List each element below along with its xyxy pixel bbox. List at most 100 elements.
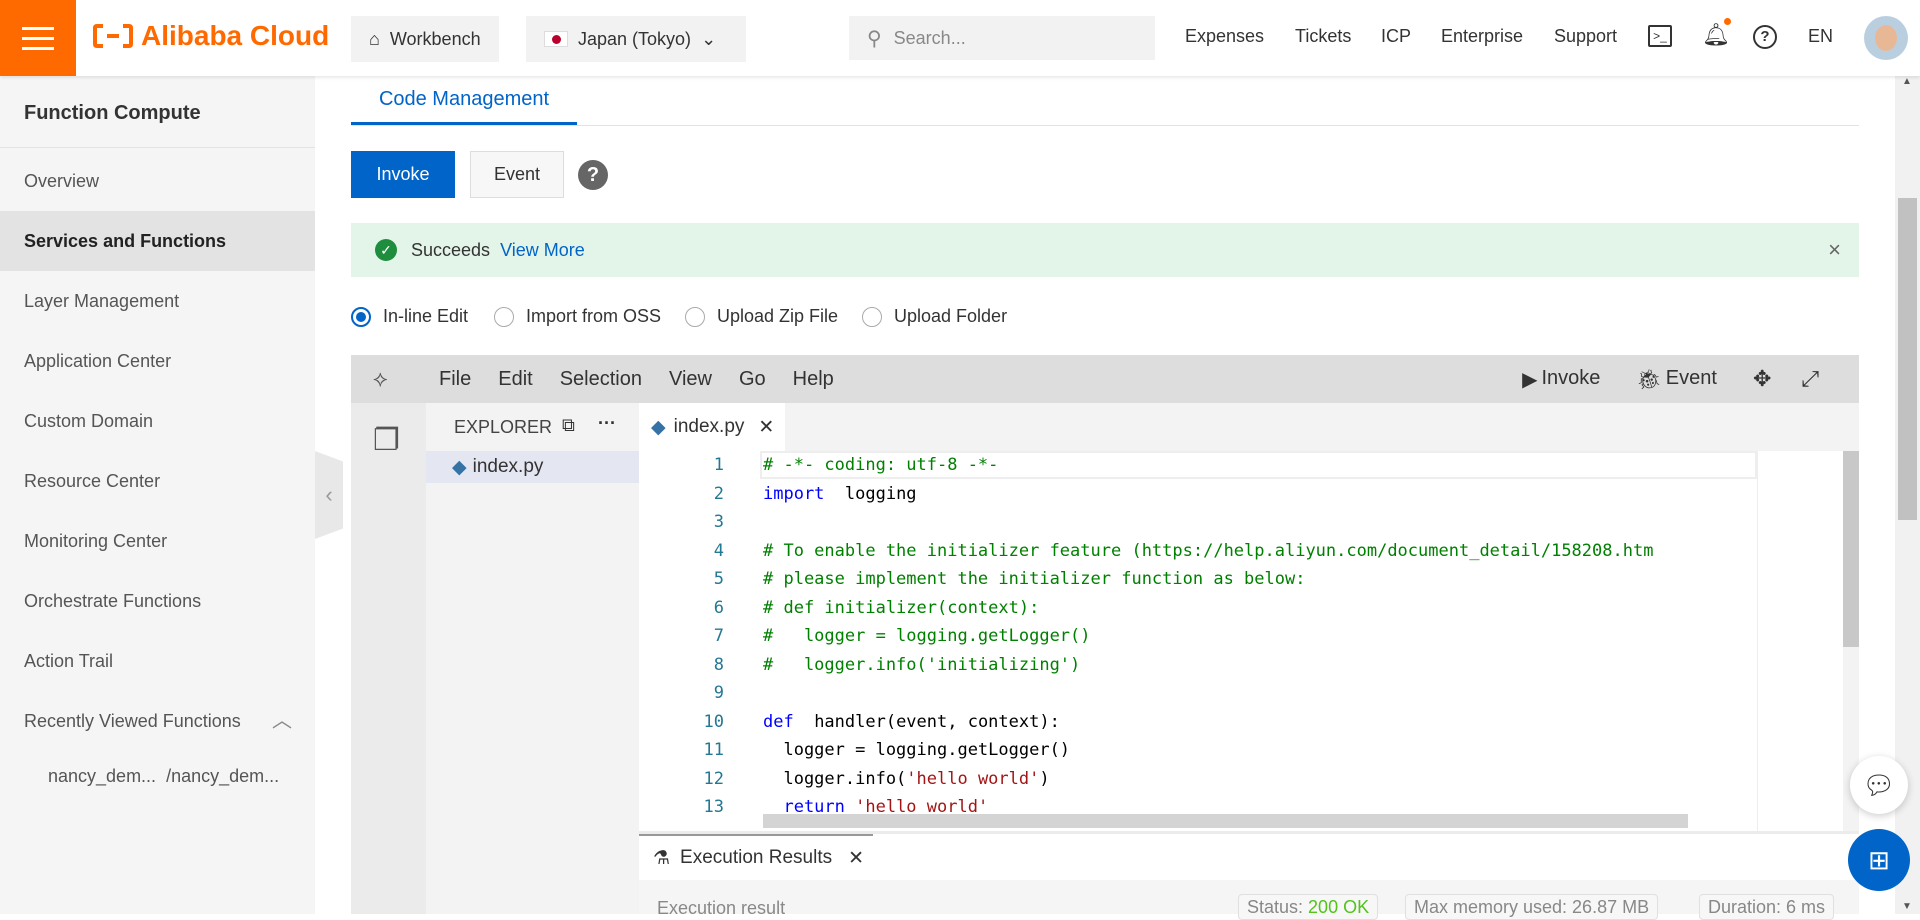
line-number: 10 [703,711,724,732]
sidebar-item-services-functions[interactable]: Services and Functions [0,211,315,271]
close-icon[interactable]: ✕ [848,847,864,870]
success-banner: ✓ Succeeds View More × [351,223,1859,277]
tickets-link[interactable]: Tickets [1295,26,1351,47]
code-token: # please implement the initializer funct… [763,569,1306,589]
avatar[interactable] [1864,16,1908,60]
menu-button[interactable] [0,0,76,76]
editor-logo-icon: ⟡ [373,366,388,391]
radio-label: Upload Zip File [717,306,839,326]
move-icon[interactable]: ✥ [1753,366,1771,392]
sidebar-item-recent-functions[interactable]: Recently Viewed Functions [0,691,315,751]
sidebar-item-monitoring-center[interactable]: Monitoring Center [0,511,315,571]
radio-label: Import from OSS [526,306,662,326]
code-line[interactable]: # logger.info('initializing') [763,651,1080,679]
status-label: Status: [1247,897,1304,917]
file-item[interactable]: ◆ index.py [426,451,639,483]
line-number: 8 [713,654,724,675]
logo[interactable]: Alibaba Cloud [93,20,329,52]
scroll-up-icon[interactable]: ▲ [1902,76,1912,87]
code-line[interactable]: # logger = logging.getLogger() [763,622,1091,650]
code-line[interactable]: # please implement the initializer funct… [763,565,1305,593]
editor-scroll-thumb[interactable] [1843,451,1859,647]
radio-upload-zip[interactable]: Upload Zip File [685,306,838,327]
code-line[interactable]: # To enable the initializer feature (htt… [763,537,1653,565]
invoke-label: Invoke [1541,366,1601,389]
radio-upload-folder[interactable]: Upload Folder [862,306,1007,327]
radio-import-oss[interactable]: Import from OSS [494,306,661,327]
line-number: 6 [713,597,724,618]
alibaba-logo-icon [93,24,133,48]
workbench-label: Workbench [389,28,481,49]
code-line[interactable]: # def initializer(context): [763,594,1039,622]
invoke-button[interactable]: Invoke [351,151,455,198]
chevron-up-icon[interactable]: ︿ [272,704,292,733]
menu-file[interactable]: File [439,368,471,391]
editor-tab-row [639,403,1859,451]
divider [351,125,1859,126]
terminal-icon[interactable]: >_ [1648,25,1672,47]
code-line[interactable]: def handler(event, context): [763,708,1060,736]
chat-button[interactable]: 💬︎ [1850,756,1908,814]
page-scroll-thumb[interactable] [1898,198,1917,520]
minimap[interactable] [1757,451,1843,831]
sidebar-item-resource-center[interactable]: Resource Center [0,451,315,511]
help-icon[interactable]: ? [578,160,608,190]
editor-tab-index[interactable]: ◆ index.py ✕ [639,403,785,451]
sidebar-title: Function Compute [24,102,201,124]
sidebar-item-application-center[interactable]: Application Center [0,331,315,391]
line-number: 3 [713,512,724,532]
tab-execution-results[interactable]: ⚗ Execution Results ✕ [639,834,873,880]
files-icon[interactable]: ❐ [373,423,400,458]
japan-flag-icon [544,31,568,47]
close-icon[interactable]: ✕ [758,416,774,439]
code-line[interactable]: import logging [763,480,917,508]
search-icon: ⚲ [867,27,882,50]
enterprise-link[interactable]: Enterprise [1441,26,1523,47]
code-token: # def initializer(context): [763,597,1040,618]
bell-icon[interactable]: 🔔︎ [1702,22,1730,48]
editor-event-button[interactable]: 🐞︎ Event [1636,367,1717,392]
more-icon[interactable]: ··· [598,413,616,434]
sidebar-item-action-trail[interactable]: Action Trail [0,631,315,691]
code-line[interactable]: # -*- coding: utf-8 -*- [763,451,998,479]
menu-view[interactable]: View [669,368,712,391]
menu-go[interactable]: Go [739,368,766,391]
close-icon[interactable]: × [1828,237,1841,263]
sidebar-item-orchestrate-functions[interactable]: Orchestrate Functions [0,571,315,631]
scroll-down-icon[interactable]: ▼ [1902,901,1912,912]
region-label: Japan (Tokyo) [578,28,692,49]
python-icon: ◆ [452,456,467,478]
help-icon[interactable]: ? [1753,25,1777,49]
collapse-all-icon[interactable]: ⧉ [562,415,575,436]
tab-code-management[interactable]: Code Management [351,88,577,125]
code-token: # To enable the initializer feature (htt… [763,540,1654,561]
menu-selection[interactable]: Selection [560,368,642,391]
sidebar-collapse-handle[interactable]: ‹ [315,451,343,539]
sidebar-item-custom-domain[interactable]: Custom Domain [0,391,315,451]
view-more-link[interactable]: View More [500,240,585,261]
language-switch[interactable]: EN [1808,26,1833,47]
workbench-button[interactable]: ⌂ Workbench [351,16,499,62]
explorer-title: EXPLORER [454,417,553,437]
editor-invoke-button[interactable]: ▶ Invoke [1522,367,1600,392]
top-header: Alibaba Cloud ⌂ Workbench Japan (Tokyo) ⌄ … [0,0,1920,76]
radio-inline-edit[interactable]: In-line Edit [351,306,468,327]
icp-link[interactable]: ICP [1381,26,1411,47]
event-button[interactable]: Event [470,151,564,198]
menu-help[interactable]: Help [793,368,834,391]
code-line[interactable]: logger.info('hello world') [763,765,1049,793]
apps-button[interactable]: ⊞ [1848,829,1910,891]
menu-edit[interactable]: Edit [498,368,532,391]
support-link[interactable]: Support [1554,26,1617,47]
expand-icon[interactable]: ⤢ [1801,366,1819,392]
search-input[interactable]: ⚲ Search... [849,16,1155,60]
expenses-link[interactable]: Expenses [1185,26,1264,47]
code-line[interactable]: logger = logging.getLogger() [763,736,1070,764]
sidebar-item-overview[interactable]: Overview [0,151,315,211]
editor-horizontal-scrollbar[interactable] [763,814,1688,828]
sidebar-item-layer-management[interactable]: Layer Management [0,271,315,331]
radio-label: Upload Folder [894,306,1008,326]
recent-function-item[interactable]: nancy_dem... /nancy_dem... [48,766,279,787]
region-selector[interactable]: Japan (Tokyo) ⌄ [526,16,746,62]
chevron-down-icon: ⌄ [701,28,717,49]
